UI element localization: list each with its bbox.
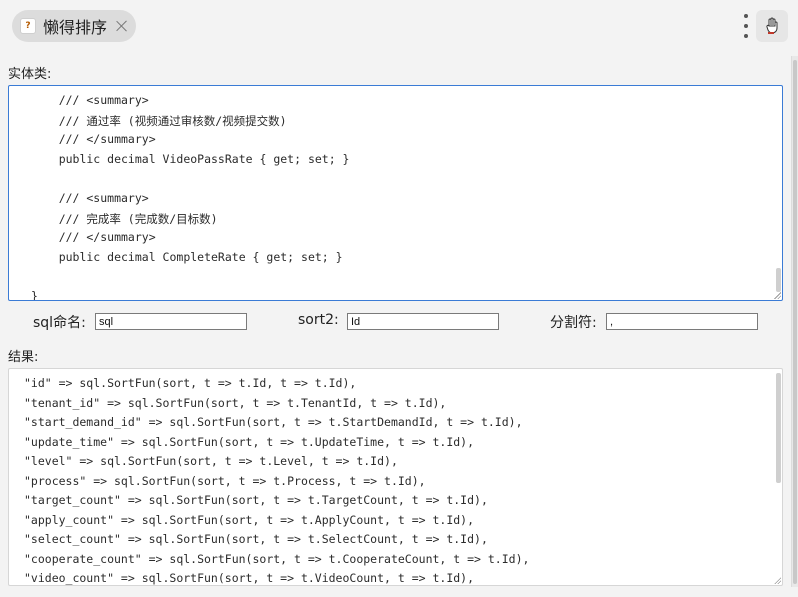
code-line: public decimal CompleteRate { get; set; … <box>31 249 343 264</box>
result-line: "target_count" => sql.SortFun(sort, t =>… <box>24 493 488 507</box>
code-line: /// </summary> <box>31 132 156 147</box>
tab-lazy-sort[interactable]: ? 懒得排序 <box>12 10 136 42</box>
sort2-input[interactable]: Id <box>347 313 499 330</box>
code-line: /// </summary> <box>31 230 156 245</box>
extension-icon[interactable] <box>756 10 788 42</box>
result-line: "start_demand_id" => sql.SortFun(sort, t… <box>24 415 523 429</box>
result-textarea[interactable]: "id" => sql.SortFun(sort, t => t.Id, t =… <box>8 368 783 586</box>
result-line: "process" => sql.SortFun(sort, t => t.Pr… <box>24 473 426 488</box>
page-scrollbar-thumb[interactable] <box>793 60 797 584</box>
more-options-icon[interactable] <box>742 13 750 39</box>
result-line: "update_time" => sql.SortFun(sort, t => … <box>24 434 475 449</box>
code-line: /// <summary> <box>31 93 149 107</box>
entity-textarea-resize-grip[interactable] <box>774 292 781 299</box>
code-line: /// 完成率 (完成数/目标数) <box>31 211 218 226</box>
sql-name-input[interactable]: sql <box>95 313 247 330</box>
code-line: /// <summary> <box>31 191 149 205</box>
entity-class-label: 实体类: <box>8 67 52 82</box>
page-scrollbar[interactable] <box>791 56 798 587</box>
separator-input[interactable]: , <box>606 313 758 330</box>
close-icon[interactable] <box>116 20 128 32</box>
result-line: "id" => sql.SortFun(sort, t => t.Id, t =… <box>24 376 357 390</box>
entity-textarea-scrollbar-thumb[interactable] <box>776 268 781 292</box>
result-line: "select_count" => sql.SortFun(sort, t =>… <box>24 532 488 546</box>
separator-label: 分割符: <box>550 315 597 331</box>
code-line: /// 通过率 (视频通过审核数/视频提交数) <box>31 113 287 128</box>
sort2-label: sort2: <box>298 312 339 328</box>
code-line: public decimal VideoPassRate { get; set;… <box>31 151 350 166</box>
hand-icon <box>766 17 778 34</box>
code-line: } <box>31 289 38 301</box>
result-line: "cooperate_count" => sql.SortFun(sort, t… <box>24 551 530 566</box>
result-line: "apply_count" => sql.SortFun(sort, t => … <box>24 512 475 527</box>
result-label: 结果: <box>8 350 39 365</box>
result-textarea-resize-grip[interactable] <box>774 577 781 584</box>
result-line: "video_count" => sql.SortFun(sort, t => … <box>24 571 475 585</box>
page-favicon-icon: ? <box>20 18 36 34</box>
sql-name-label: sql命名: <box>33 315 86 331</box>
entity-class-textarea[interactable]: /// <summary> /// 通过率 (视频通过审核数/视频提交数) //… <box>8 85 783 301</box>
result-textarea-scrollbar-thumb[interactable] <box>776 373 781 483</box>
tab-title: 懒得排序 <box>43 18 108 37</box>
result-line: "tenant_id" => sql.SortFun(sort, t => t.… <box>24 395 447 410</box>
result-line: "level" => sql.SortFun(sort, t => t.Leve… <box>24 454 398 468</box>
